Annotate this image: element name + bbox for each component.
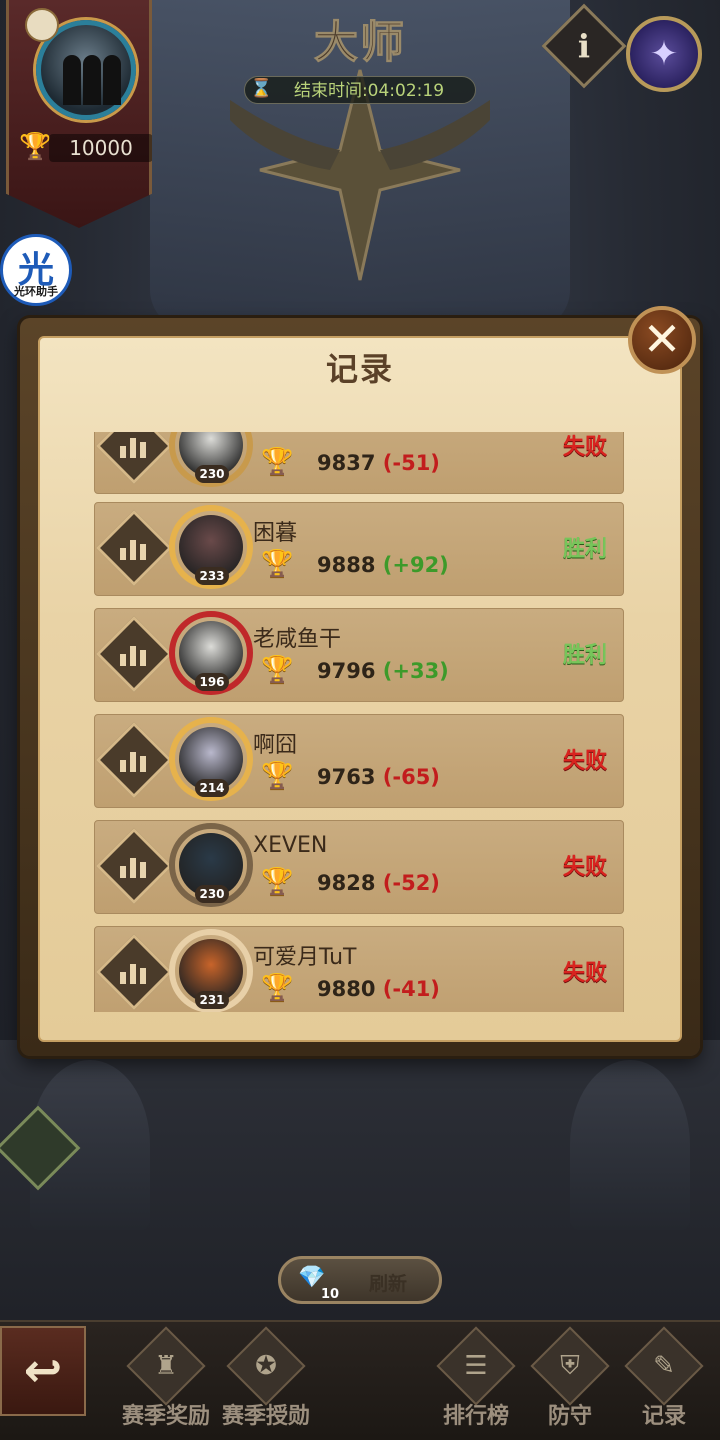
opponent-name: 可爱月TuT <box>253 945 357 970</box>
nav-label: 排行榜 <box>442 1404 509 1429</box>
trophy-icon: 🏆 <box>261 549 294 579</box>
scroll-icon: ✎ <box>624 1326 704 1406</box>
score-value: 9880 <box>317 977 376 1001</box>
opponent-name: 困暮 <box>253 521 298 546</box>
opponent-level: 230 <box>195 465 229 483</box>
opponent-score: 9888 (+92) <box>317 553 449 577</box>
bar-chart-icon <box>120 640 148 668</box>
opponent-score: 9763 (-65) <box>317 765 440 789</box>
opponent-avatar[interactable]: 196 <box>169 611 253 695</box>
opponent-avatar[interactable]: 230 <box>169 432 253 487</box>
score-delta: (-41) <box>382 977 440 1001</box>
battle-stats-button[interactable] <box>95 432 173 485</box>
trophy-icon: 🏆 <box>261 973 294 1003</box>
panel-title: 记录 <box>325 350 394 388</box>
info-icon: i <box>577 27 591 65</box>
trophy-icon: 🏆 <box>19 132 52 162</box>
opponent-score: 9828 (-52) <box>317 871 440 895</box>
record-row[interactable]: 214 啊囧 🏆 9763 (-65) 失败 <box>94 714 624 808</box>
nav-item-2[interactable]: ☰ 排行榜 <box>426 1326 526 1434</box>
refresh-cost: 10 <box>321 1287 340 1302</box>
battle-stats-button[interactable] <box>95 615 173 693</box>
record-row[interactable]: 230 🏆 9837 (-51) 失败 <box>94 432 624 494</box>
bar-chart-icon <box>120 534 148 562</box>
nav-label: 防守 <box>547 1404 592 1429</box>
score-delta: (-52) <box>382 871 440 895</box>
record-row[interactable]: 231 可爱月TuT 🏆 9880 (-41) 失败 <box>94 926 624 1012</box>
score-delta: (-51) <box>382 451 440 475</box>
opponent-level: 230 <box>195 885 229 903</box>
battle-stats-button[interactable] <box>95 509 173 587</box>
score-delta: (+33) <box>382 659 449 683</box>
record-row[interactable]: 233 困暮 🏆 9888 (+92) 胜利 <box>94 502 624 596</box>
opponent-level: 196 <box>195 673 229 691</box>
star-emblem-button[interactable]: ✦ <box>626 16 702 92</box>
close-button[interactable]: ✕ <box>628 306 696 374</box>
opponent-avatar[interactable]: 231 <box>169 929 253 1012</box>
opponent-avatar[interactable]: 233 <box>169 505 253 589</box>
score-delta: (-65) <box>382 765 440 789</box>
opponent-avatar[interactable]: 214 <box>169 717 253 801</box>
refresh-button[interactable]: 💎 10 刷新 <box>278 1256 442 1304</box>
opponent-score: 9880 (-41) <box>317 977 440 1001</box>
trophy-icon: 🏆 <box>261 867 294 897</box>
trophy-icon: 🏆 <box>261 447 294 477</box>
opponent-name: 老咸鱼干 <box>253 627 342 652</box>
opponent-avatar[interactable]: 230 <box>169 823 253 907</box>
bar-chart-icon <box>120 432 148 460</box>
record-list[interactable]: 230 🏆 9837 (-51) 失败 233 困暮 🏆 9888 (+92) … <box>90 432 630 1012</box>
battle-stats-button[interactable] <box>95 933 173 1011</box>
back-button[interactable]: ↩ <box>0 1326 86 1416</box>
match-result: 失败 <box>562 961 607 986</box>
opponent-name: 啊囧 <box>253 733 298 758</box>
bar-chart-icon <box>120 852 148 880</box>
opponent-level: 214 <box>195 779 229 797</box>
score-value: 9828 <box>317 871 376 895</box>
score-value: 9763 <box>317 765 376 789</box>
nav-label: 赛季奖励 <box>121 1404 210 1429</box>
leaderboard-icon: ☰ <box>436 1326 516 1406</box>
opponent-score: 9796 (+33) <box>317 659 449 683</box>
battle-stats-button[interactable] <box>95 827 173 905</box>
record-row[interactable]: 196 老咸鱼干 🏆 9796 (+33) 胜利 <box>94 608 624 702</box>
score-delta: (+92) <box>382 553 449 577</box>
match-result: 失败 <box>562 855 607 880</box>
opponent-name: XEVEN <box>253 833 328 858</box>
helper-label: 光环助手 <box>14 285 58 298</box>
opponent-level: 233 <box>195 567 229 585</box>
battle-stats-button[interactable] <box>95 721 173 799</box>
nav-item-1[interactable]: ✪ 赛季授勋 <box>216 1326 316 1434</box>
hourglass-icon: ⌛ <box>250 78 273 99</box>
pillar-right <box>570 1060 690 1230</box>
match-result: 胜利 <box>562 537 607 562</box>
match-result: 失败 <box>562 749 607 774</box>
nav-label: 记录 <box>641 1404 686 1429</box>
score-value: 9796 <box>317 659 376 683</box>
nav-label: 赛季授勋 <box>221 1404 310 1429</box>
record-row[interactable]: 230 XEVEN 🏆 9828 (-52) 失败 <box>94 820 624 914</box>
season-end-timer: 结束时间:04:02:19 <box>244 76 476 104</box>
match-result: 胜利 <box>562 643 607 668</box>
trophy-icon: 🏆 <box>261 655 294 685</box>
medal-icon: ✪ <box>226 1326 306 1406</box>
score-value: 9888 <box>317 553 376 577</box>
opponent-score: 9837 (-51) <box>317 451 440 475</box>
opponent-level: 231 <box>195 991 229 1009</box>
match-result: 失败 <box>562 435 607 460</box>
helper-app-badge[interactable]: 光 光环助手 <box>0 234 72 306</box>
bar-chart-icon <box>120 746 148 774</box>
nav-item-3[interactable]: ⛨ 防守 <box>520 1326 620 1434</box>
trophy-icon: 🏆 <box>261 761 294 791</box>
player-trophy-count: 10000 <box>49 134 152 162</box>
bar-chart-icon <box>120 958 148 986</box>
nav-item-0[interactable]: ♜ 赛季奖励 <box>116 1326 216 1434</box>
refresh-label: 刷新 <box>369 1273 408 1295</box>
shield-icon: ⛨ <box>530 1326 610 1406</box>
score-value: 9837 <box>317 451 376 475</box>
nav-item-4[interactable]: ✎ 记录 <box>614 1326 714 1434</box>
chest-icon: ♜ <box>126 1326 206 1406</box>
